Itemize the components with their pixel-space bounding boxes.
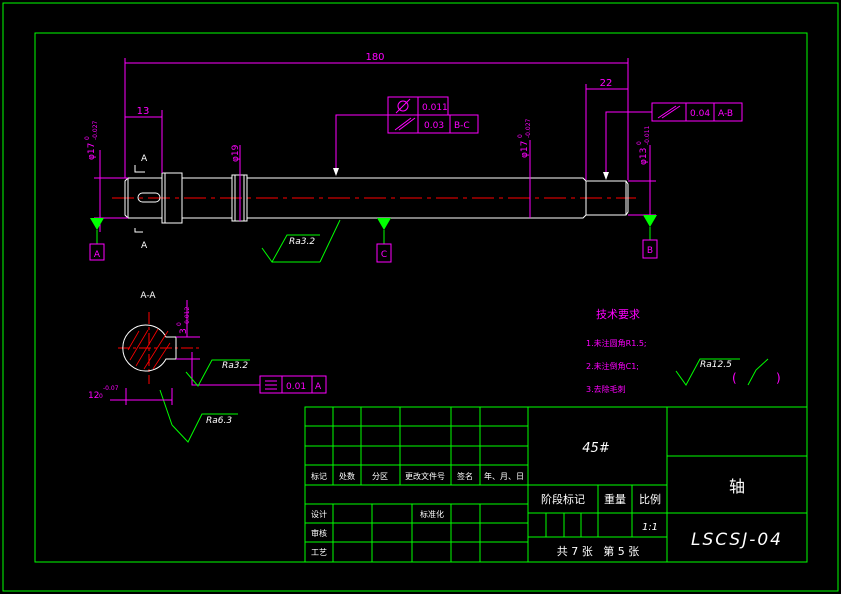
svg-text:0: 0 bbox=[636, 141, 643, 145]
keyway-width-dim: 12 0 -0.07 bbox=[88, 385, 119, 401]
svg-text:0: 0 bbox=[517, 134, 524, 138]
mid-dia-dim: φ17 0 -0.027 bbox=[517, 118, 532, 158]
dimensions bbox=[94, 58, 656, 232]
collar-dia-dim: φ19 bbox=[231, 144, 241, 162]
weight-label: 重量 bbox=[604, 492, 626, 506]
drawing-frame bbox=[2, 2, 839, 592]
tech-req-item-2: 2.未注倒角C1; bbox=[586, 361, 639, 371]
part-name: 轴 bbox=[729, 477, 745, 496]
tech-req-item-3: 3.去除毛刺 bbox=[586, 384, 626, 394]
datum-a: A bbox=[94, 250, 101, 260]
section-mark-top: A bbox=[141, 154, 148, 164]
outer-border bbox=[2, 2, 839, 592]
tech-req-item-1: 1.未注圆角R1.5; bbox=[586, 338, 647, 348]
roughness-keyway: Ra3.2 bbox=[222, 361, 248, 371]
roughness-general: Ra12.5 bbox=[700, 360, 732, 370]
drawing-number: LSCSJ-04 bbox=[691, 530, 783, 550]
shaft-main-view bbox=[112, 172, 636, 224]
header-mark: 标记 bbox=[311, 471, 327, 481]
keyway-depth-dim: 3 0 -0.012 bbox=[176, 306, 191, 334]
svg-text:12: 12 bbox=[88, 391, 99, 401]
left-step-dim: 13 bbox=[137, 106, 150, 117]
dimension-texts: 180 13 22 φ17 0 -0.027 φ19 φ17 0 -0.027 … bbox=[84, 52, 651, 165]
section-frame-value: 0.01 bbox=[286, 382, 306, 392]
cad-drawing-canvas: 180 13 22 φ17 0 -0.027 φ19 φ17 0 -0.027 … bbox=[2, 2, 839, 592]
svg-text:φ13: φ13 bbox=[639, 148, 649, 165]
right-frame-datum: A-B bbox=[718, 109, 733, 119]
svg-text:-0.012: -0.012 bbox=[184, 306, 191, 326]
leader-arrow-right bbox=[603, 172, 609, 180]
section-view-label: A-A bbox=[140, 291, 156, 301]
roughness-shaft: Ra3.2 bbox=[289, 237, 315, 247]
material-label: 45# bbox=[582, 441, 610, 456]
header-date: 年、月、日 bbox=[484, 471, 524, 481]
svg-text:0: 0 bbox=[99, 393, 103, 400]
stage-label: 阶段标记 bbox=[541, 492, 585, 506]
paren-close: ) bbox=[776, 371, 781, 385]
roughness-section: Ra6.3 bbox=[206, 416, 232, 426]
right-dia-dim: φ13 0 -0.011 bbox=[636, 125, 651, 165]
datum-features bbox=[89, 215, 658, 263]
paren-open: ( bbox=[732, 371, 737, 385]
svg-text:φ17: φ17 bbox=[520, 141, 530, 158]
datum-c: C bbox=[381, 250, 387, 260]
scale-value: 1:1 bbox=[642, 522, 658, 533]
svg-text:-0.011: -0.011 bbox=[644, 125, 651, 145]
sheet-count: 共 7 张 第 5 张 bbox=[557, 544, 639, 558]
upper-frame-value: 0.011 bbox=[422, 103, 448, 113]
svg-text:φ19: φ19 bbox=[231, 144, 241, 162]
roughness-symbols bbox=[159, 219, 769, 443]
header-change-doc: 更改文件号 bbox=[405, 471, 445, 481]
standardization-label: 标准化 bbox=[420, 509, 444, 519]
svg-text:φ17: φ17 bbox=[87, 143, 97, 160]
review-label: 审核 bbox=[311, 528, 327, 538]
section-mark-bottom: A bbox=[141, 241, 148, 251]
tech-req-title: 技术要求 bbox=[596, 308, 640, 321]
right-step-dim: 22 bbox=[600, 78, 613, 89]
svg-text:-0.07: -0.07 bbox=[103, 385, 119, 392]
svg-text:-0.027: -0.027 bbox=[525, 118, 532, 138]
tolerance-frames bbox=[191, 96, 743, 394]
process-label: 工艺 bbox=[311, 548, 327, 557]
datum-b: B bbox=[647, 246, 653, 256]
section-frame-datum: A bbox=[315, 382, 322, 392]
overall-length-dim: 180 bbox=[365, 52, 384, 63]
header-signature: 签名 bbox=[457, 471, 473, 481]
leader-arrow-top bbox=[333, 168, 339, 176]
lower-frame-datum: B-C bbox=[454, 121, 470, 131]
svg-text:3: 3 bbox=[179, 328, 189, 334]
header-count: 处数 bbox=[339, 471, 355, 481]
design-label: 设计 bbox=[311, 509, 327, 519]
right-frame-value: 0.04 bbox=[690, 109, 710, 119]
svg-text:0: 0 bbox=[176, 322, 183, 326]
scale-label: 比例 bbox=[639, 492, 661, 506]
header-zone: 分区 bbox=[372, 472, 388, 481]
lower-frame-value: 0.03 bbox=[424, 121, 444, 131]
svg-text:0: 0 bbox=[84, 136, 91, 140]
left-dia-dim: φ17 0 -0.027 bbox=[84, 120, 99, 160]
svg-text:-0.027: -0.027 bbox=[92, 120, 99, 140]
